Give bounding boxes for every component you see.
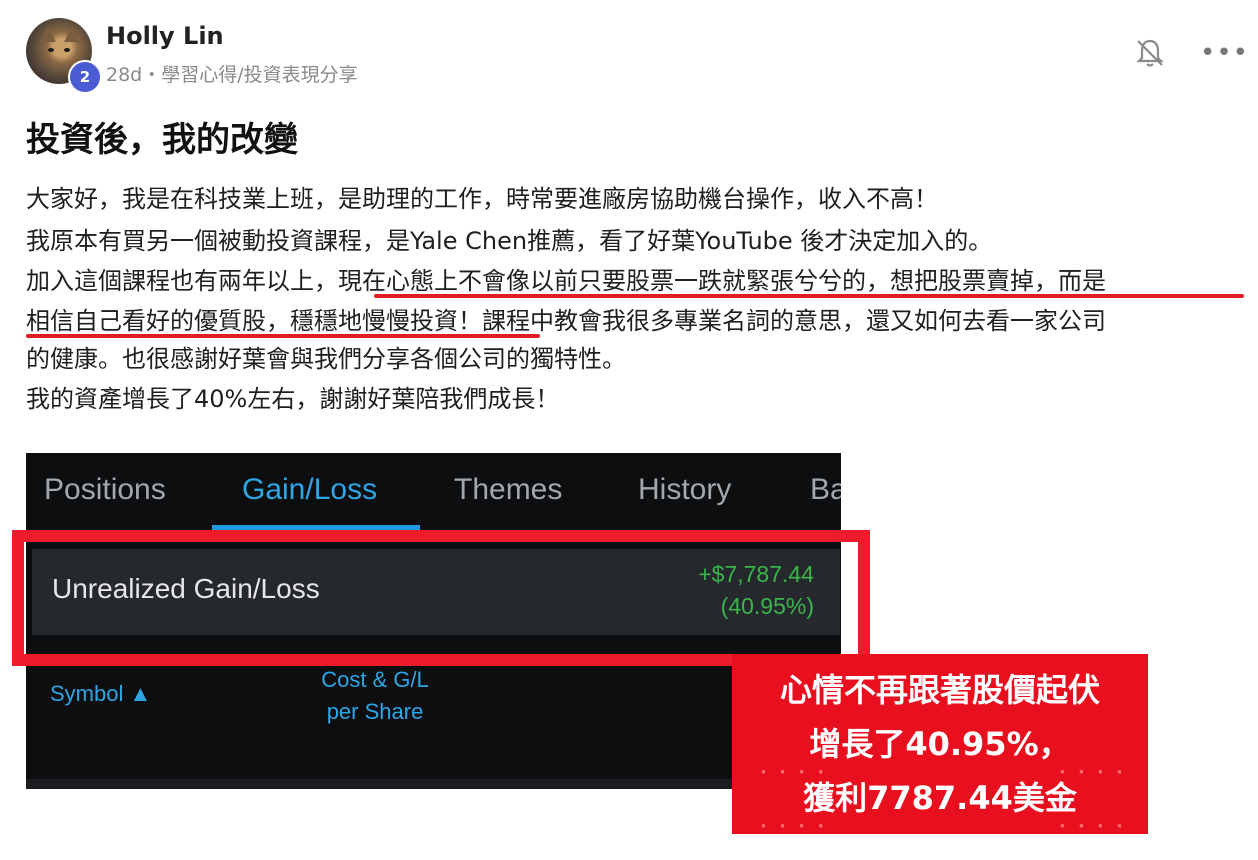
sparkle-decoration: · · · · — [760, 762, 828, 783]
tab-positions[interactable]: Positions — [44, 473, 166, 507]
tab-balances[interactable]: Ba — [810, 473, 841, 507]
post-title: 投資後，我的改變 — [26, 120, 298, 160]
row-divider — [26, 779, 841, 789]
sparkle-decoration: · · · · — [760, 816, 828, 837]
column-cost-line2: per Share — [326, 699, 424, 724]
tab-gain-loss[interactable]: Gain/Loss — [242, 473, 377, 507]
bell-off-icon[interactable] — [1133, 36, 1167, 70]
callout-line-1: 心情不再跟著股價起伏 — [779, 671, 1100, 709]
highlight-underline-1 — [374, 294, 1244, 298]
post-meta: 28d・學習心得/投資表現分享 — [106, 64, 358, 86]
sparkle-decoration: · · · · — [1058, 816, 1126, 837]
callout-box: 心情不再跟著股價起伏 增長了40.95%， 獲利7787.44美金 · · · … — [732, 654, 1148, 837]
more-dots-icon[interactable]: ••• — [1200, 38, 1249, 68]
body-line-2: 我原本有買另一個被動投資課程，是Yale Chen推薦，看了好葉YouTube … — [26, 227, 993, 255]
body-line-5: 的健康。也很感謝好葉會與我們分享各個公司的獨特性。 — [26, 345, 626, 373]
tab-themes[interactable]: Themes — [454, 473, 562, 507]
author-name[interactable]: Holly Lin — [106, 22, 224, 50]
column-cost-line1: Cost & G/L — [321, 667, 429, 692]
tab-history[interactable]: History — [638, 473, 731, 507]
body-line-1: 大家好，我是在科技業上班，是助理的工作，時常要進廠房協助機台操作，收入不高！ — [26, 185, 938, 213]
level-badge: 2 — [68, 60, 102, 94]
body-line-6: 我的資產增長了40%左右，謝謝好葉陪我們成長！ — [26, 385, 560, 413]
tab-bar: Positions Gain/Loss Themes History Ba — [26, 453, 841, 531]
highlight-underline-2 — [26, 334, 540, 338]
highlight-frame — [12, 530, 870, 666]
column-cost-gl[interactable]: Cost & G/L per Share — [308, 667, 442, 725]
sparkle-decoration: · · · · — [1058, 762, 1126, 783]
column-symbol[interactable]: Symbol ▲ — [50, 681, 151, 707]
